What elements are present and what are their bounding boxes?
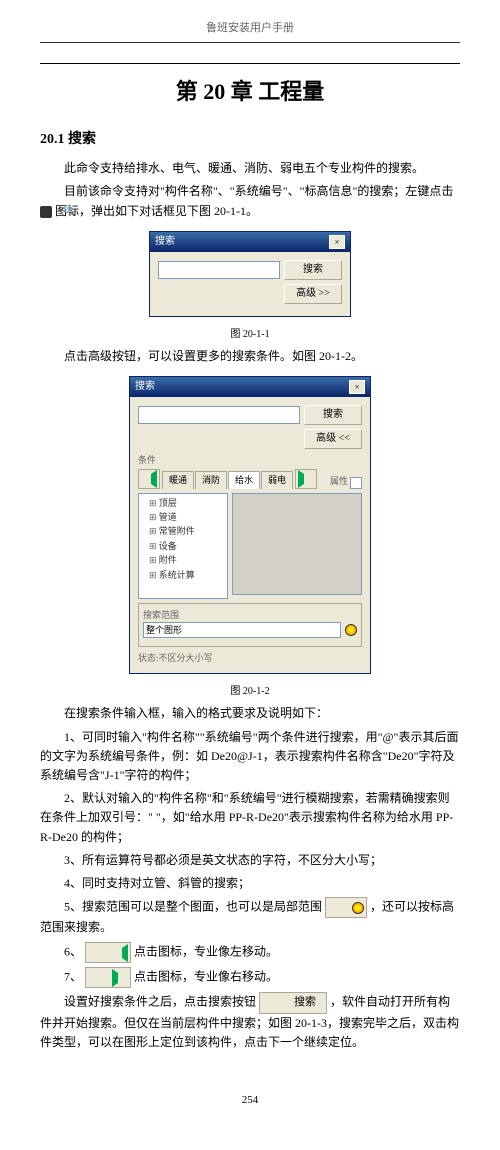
tab-fire[interactable]: 消防 — [195, 471, 227, 488]
close-icon[interactable]: × — [329, 235, 345, 249]
page-header: 鲁班安装用户手册 — [40, 20, 460, 43]
tab-weak[interactable]: 弱电 — [261, 471, 293, 488]
search-button[interactable]: 搜索 — [304, 405, 362, 425]
close-icon[interactable]: × — [349, 380, 365, 394]
search-dialog-simple: 搜索 × 搜索 高级 >> — [149, 231, 351, 317]
tab-hvac[interactable]: 暖通 — [162, 471, 194, 488]
component-tree[interactable]: 顶层 管道 常管附件 设备 附件 系统计算 — [138, 493, 228, 599]
search-button-inline: 搜索 — [259, 992, 327, 1014]
chapter-title: 第 20 章 工程量 — [40, 74, 460, 109]
property-label: 属性 — [330, 474, 348, 488]
scope-icon — [352, 902, 364, 914]
search-button[interactable]: 搜索 — [284, 260, 342, 280]
arrow-right-icon — [85, 967, 131, 988]
figure-caption-1: 图 20-1-1 — [40, 327, 460, 343]
tree-item[interactable]: 管道 — [141, 510, 225, 524]
dialog-titlebar: 搜索 × — [130, 377, 370, 397]
list-item-7: 7、 点击图标，专业像右移动。 — [40, 967, 460, 988]
list-item-3: 3、所有运算符号都必须是英文状态的字符，不区分大小写； — [40, 851, 460, 870]
list-item-4: 4、同时支持对立管、斜管的搜索； — [40, 874, 460, 893]
advanced-button[interactable]: 高级 >> — [284, 284, 342, 304]
section-title: 20.1 搜索 — [40, 129, 460, 151]
page-number: 254 — [40, 1092, 460, 1110]
range-select[interactable]: 整个图形 — [143, 622, 341, 638]
prev-tab-icon[interactable] — [138, 469, 160, 489]
paragraph-2: 目前该命令支持对"构件名称"、"系统编号"、"标高信息"的搜索；左键点击 图标，… — [40, 182, 460, 220]
property-checkbox[interactable] — [350, 477, 362, 489]
list-item-6: 6、 点击图标，专业像左移动。 — [40, 942, 460, 963]
binoculars-icon — [40, 206, 52, 218]
tree-item[interactable]: 常管附件 — [141, 524, 225, 538]
tree-item[interactable]: 系统计算 — [141, 568, 225, 582]
search-input[interactable] — [158, 261, 280, 279]
tab-water[interactable]: 给水 — [228, 471, 260, 488]
list-item-1: 1、可同时输入"构件名称""系统编号"两个条件进行搜索，用"@"表示其后面的文字… — [40, 728, 460, 786]
search-dialog-advanced: 搜索 × 搜索 高级 << 条件 暖通 消防 给水 弱电 — [129, 376, 371, 675]
advanced-button[interactable]: 高级 << — [304, 429, 362, 449]
paragraph-3: 点击高级按钮，可以设置更多的搜索条件。如图 20-1-2。 — [40, 347, 460, 366]
arrow-left-icon — [85, 942, 131, 963]
search-input[interactable] — [138, 406, 300, 424]
figure-caption-2: 图 20-1-2 — [40, 684, 460, 700]
paragraph-4: 在搜索条件输入框，输入的格式要求及说明如下： — [40, 704, 460, 723]
tree-item[interactable]: 设备 — [141, 539, 225, 553]
tree-item[interactable]: 附件 — [141, 553, 225, 567]
paragraph-1: 此命令支持给排水、电气、暖通、消防、弱电五个专业构件的搜索。 — [40, 159, 460, 178]
status-text: 状态:不区分大小写 — [138, 651, 362, 665]
conditions-label: 条件 — [138, 453, 362, 467]
discipline-tabs: 暖通 消防 给水 弱电 — [162, 471, 293, 488]
scope-icon[interactable] — [345, 624, 357, 636]
range-fieldset: 搜索范围 整个图形 — [138, 603, 362, 647]
dialog-titlebar: 搜索 × — [150, 232, 350, 252]
paragraph-5: 设置好搜索条件之后，点击搜索按钮 搜索 ，软件自动打开所有构件并开始搜索。但仅在… — [40, 992, 460, 1052]
list-item-2: 2、默认对输入的"构件名称"和"系统编号"进行模糊搜索，若需精确搜索则在条件上加… — [40, 789, 460, 847]
next-tab-icon[interactable] — [295, 469, 317, 489]
list-item-5: 5、搜索范围可以是整个图面，也可以是局部范围 ，还可以按标高范围来搜索。 — [40, 897, 460, 937]
tree-item[interactable]: 顶层 — [141, 496, 225, 510]
result-listbox[interactable] — [232, 493, 362, 595]
